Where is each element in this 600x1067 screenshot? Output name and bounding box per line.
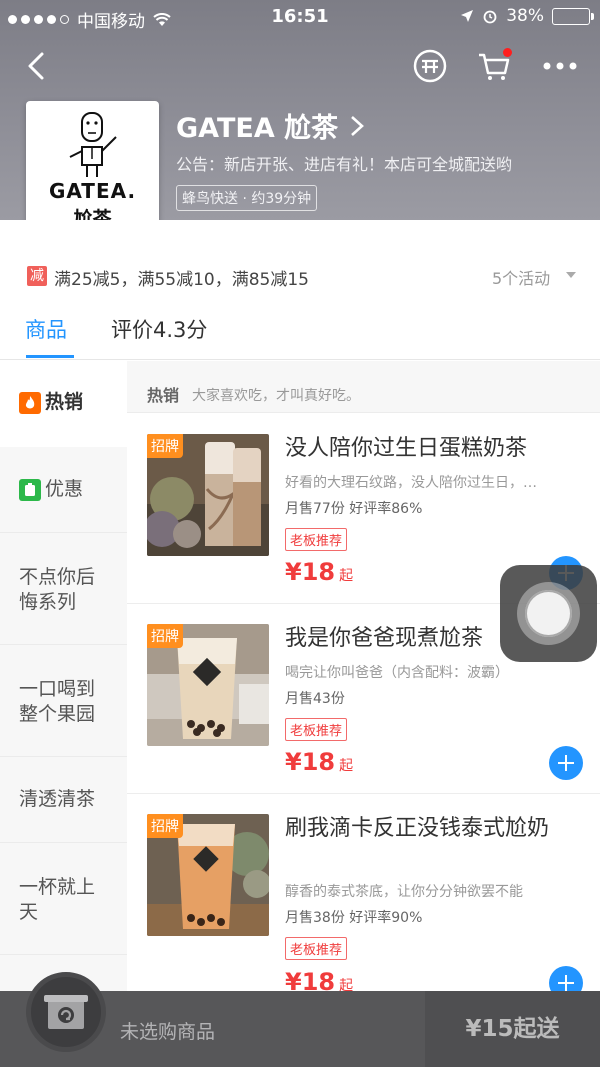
product-item[interactable]: 招牌 刷我滴卡反正没钱泰式尬奶 醇香的泰式茶底，让你分分钟欲罢不能 月售38份 … (127, 794, 600, 991)
cart-empty-text: 未选购商品 (120, 1021, 216, 1043)
alarm-icon (483, 10, 497, 24)
price-suffix: 起 (339, 758, 354, 774)
mascot-icon (69, 112, 117, 177)
cart-notification-dot (503, 48, 512, 57)
caret-down-icon[interactable] (566, 272, 576, 278)
sidebar-item-clear-tea[interactable]: 清透清茶 (0, 757, 127, 843)
sidebar-item-label: 一口喝到整个果园 (19, 678, 96, 725)
location-arrow-icon (461, 10, 474, 22)
price-suffix: 起 (339, 978, 354, 991)
sidebar-item-label: 不点你后悔系列 (19, 566, 96, 613)
recommend-tag: 老板推荐 (285, 937, 348, 960)
signature-badge: 招牌 (147, 434, 183, 458)
battery-icon (552, 7, 594, 25)
sidebar-item-hot[interactable]: 热销 (0, 361, 127, 447)
cart-button[interactable] (26, 972, 106, 1052)
price-suffix: 起 (339, 568, 354, 584)
discount-tag-icon (19, 478, 41, 501)
section-header: 热销 大家喜欢吃，才叫真好吃。 (127, 361, 600, 413)
shopping-bag-icon (44, 995, 88, 1029)
more-icon[interactable] (540, 48, 577, 84)
shop-name[interactable]: GATEA 尬茶 (176, 106, 338, 145)
chevron-right-icon[interactable] (348, 115, 366, 137)
category-sidebar: 热销 优惠 不点你后悔系列 一口喝到整个果园 清透清茶 一杯就上天 (0, 361, 127, 991)
product-sales: 月售38份 好评率90% (285, 910, 423, 926)
delivery-info: 蜂鸟快送 · 约39分钟 (176, 185, 318, 211)
shop-logo: GATEA. 尬茶 (26, 101, 159, 234)
sidebar-item-sky-high[interactable]: 一杯就上天 (0, 843, 127, 955)
sidebar-item-label: 一杯就上天 (19, 876, 96, 923)
recommend-tag: 老板推荐 (285, 528, 348, 551)
sidebar-item-label: 优惠 (45, 478, 84, 500)
product-name[interactable]: 刷我滴卡反正没钱泰式尬奶 (285, 814, 555, 843)
product-desc: 好看的大理石纹路，没人陪你过生日，… (285, 475, 537, 491)
product-price: ¥18 起 (285, 558, 353, 586)
price-value: ¥18 (285, 558, 336, 586)
product-price: ¥18 起 (285, 968, 353, 991)
battery-percent: 38% (506, 6, 544, 26)
assistive-touch-button[interactable] (500, 565, 597, 662)
promo-text: 满25减5，满55减10，满85减15 (54, 270, 309, 290)
min-order-button[interactable]: ¥15起送 (425, 991, 600, 1067)
tab-goods[interactable]: 商品 (25, 314, 67, 344)
shop-notice: 公告：新店开张、进店有礼！本店可全城配送哟 (176, 155, 513, 174)
product-list[interactable]: 热销 大家喜欢吃，才叫真好吃。 招牌 没人陪你过生日蛋糕奶茶 好看的大理石纹路，… (127, 361, 600, 991)
group-order-icon[interactable] (412, 48, 448, 84)
activity-count[interactable]: 5个活动 (492, 265, 550, 289)
tab-rating[interactable]: 评价4.3分 (111, 314, 207, 344)
sidebar-item-discount[interactable]: 优惠 (0, 447, 127, 533)
add-to-cart-button[interactable] (549, 746, 583, 780)
product-desc: 喝完让你叫爸爸（内含配料：波霸） (285, 665, 509, 681)
sidebar-item-label: 清透清茶 (19, 788, 96, 810)
sidebar-item-orchard[interactable]: 一口喝到整个果园 (0, 645, 127, 757)
price-value: ¥18 (285, 968, 336, 991)
discount-badge: 减 (27, 266, 47, 286)
logo-text-en: GATEA. (48, 179, 137, 203)
sidebar-item-regret-series[interactable]: 不点你后悔系列 (0, 533, 127, 645)
active-tab-indicator (26, 355, 74, 358)
flame-icon (19, 391, 41, 414)
shop-header: 中国移动 16:51 38% GATEA. 尬茶 GATEA 尬茶 公告：新店开… (0, 0, 600, 234)
add-to-cart-button[interactable] (549, 966, 583, 991)
status-bar: 中国移动 16:51 38% (0, 0, 600, 34)
section-desc: 大家喜欢吃，才叫真好吃。 (192, 388, 360, 404)
signature-badge: 招牌 (147, 624, 183, 648)
sidebar-item-label: 热销 (45, 391, 84, 413)
product-sales: 月售43份 (285, 691, 345, 707)
section-title: 热销 (147, 386, 180, 405)
recommend-tag: 老板推荐 (285, 718, 348, 741)
assistive-touch-core (525, 590, 572, 637)
product-price: ¥18 起 (285, 748, 353, 776)
price-value: ¥18 (285, 748, 336, 776)
signature-badge: 招牌 (147, 814, 183, 838)
product-desc: 醇香的泰式茶底，让你分分钟欲罢不能 (285, 884, 523, 900)
back-icon[interactable] (22, 50, 54, 82)
cart-icon[interactable] (476, 48, 512, 84)
tab-bar: 商品 评价4.3分 (0, 300, 600, 360)
product-sales: 月售77份 好评率86% (285, 501, 423, 517)
product-name[interactable]: 没人陪你过生日蛋糕奶茶 (285, 434, 585, 463)
